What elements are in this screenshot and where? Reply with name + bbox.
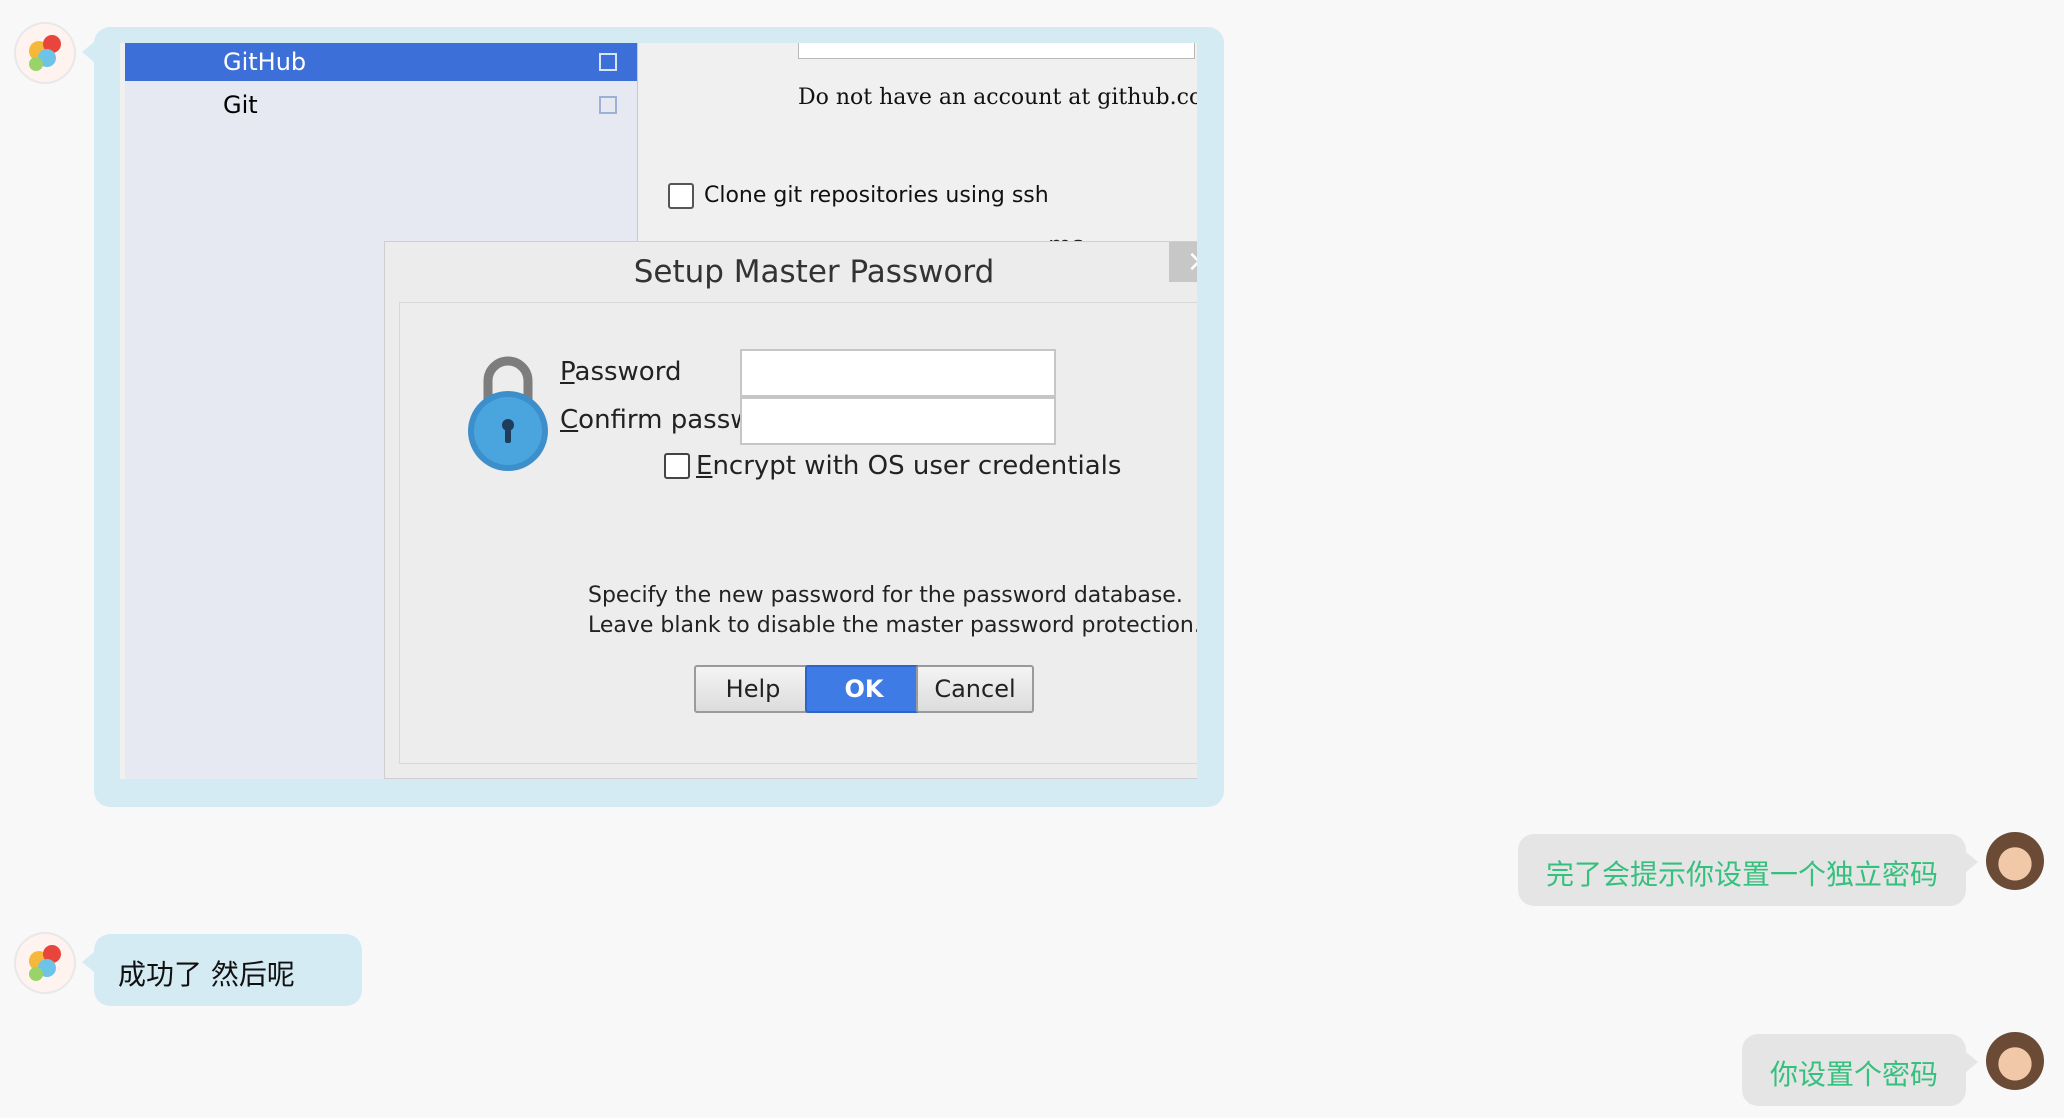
clone-ssh-option[interactable]: Clone git repositories using ssh: [668, 183, 1049, 209]
bubble-tail: [82, 42, 94, 62]
contact-avatar[interactable]: [16, 24, 74, 82]
copy-icon: [599, 96, 617, 114]
no-account-text: Do not have an account at github.com? S: [798, 85, 1197, 110]
sidebar-item-label: Git: [223, 91, 258, 119]
cancel-button[interactable]: Cancel: [916, 665, 1034, 713]
my-avatar[interactable]: [1986, 832, 2044, 890]
balloons-icon: [29, 35, 61, 71]
info-line-2: Leave blank to disable the master passwo…: [588, 613, 1197, 638]
bubble-tail: [1966, 1052, 1978, 1072]
ok-button[interactable]: OK: [805, 665, 923, 713]
balloons-icon: [29, 945, 61, 981]
dialog-body: Password Confirm password Encrypt with O…: [399, 302, 1197, 764]
top-input-field[interactable]: [798, 43, 1195, 59]
info-text: Specify the new password for the passwor…: [588, 581, 1197, 641]
clone-ssh-label: Clone git repositories using ssh: [704, 183, 1049, 208]
clone-ssh-checkbox[interactable]: [668, 183, 694, 209]
setup-master-password-dialog: Setup Master Password × Password Confirm…: [384, 241, 1197, 779]
close-icon: ×: [1186, 244, 1197, 279]
close-button[interactable]: ×: [1169, 242, 1197, 282]
copy-icon: [599, 53, 617, 71]
message-bubble-right[interactable]: 你设置个密码: [1742, 1034, 1966, 1106]
message-bubble-right[interactable]: 完了会提示你设置一个独立密码: [1518, 834, 1966, 906]
sidebar-item-github[interactable]: GitHub: [125, 43, 637, 81]
bubble-tail: [1966, 852, 1978, 872]
encrypt-os-label: Encrypt with OS user credentials: [696, 451, 1122, 481]
confirm-password-input[interactable]: [740, 397, 1056, 445]
help-button[interactable]: Help: [694, 665, 812, 713]
my-avatar[interactable]: [1986, 1032, 2044, 1090]
info-line-1: Specify the new password for the passwor…: [588, 583, 1183, 608]
bubble-tail: [82, 952, 94, 972]
password-input[interactable]: [740, 349, 1056, 397]
lock-icon: [468, 356, 548, 471]
message-text: 成功了 然后呢: [118, 958, 295, 991]
message-text: 你设置个密码: [1770, 1058, 1939, 1091]
sidebar-item-git[interactable]: Git: [125, 86, 637, 124]
message-bubble-left[interactable]: 成功了 然后呢: [94, 934, 362, 1006]
dialog-title: Setup Master Password: [633, 254, 995, 290]
message-text: 完了会提示你设置一个独立密码: [1546, 858, 1939, 891]
encrypt-os-checkbox[interactable]: [664, 453, 690, 479]
sidebar-item-label: GitHub: [223, 48, 307, 76]
contact-avatar[interactable]: [16, 934, 74, 992]
password-label: Password: [560, 357, 682, 387]
shared-screenshot[interactable]: GitHub Git Do not have an account at git…: [120, 43, 1197, 779]
